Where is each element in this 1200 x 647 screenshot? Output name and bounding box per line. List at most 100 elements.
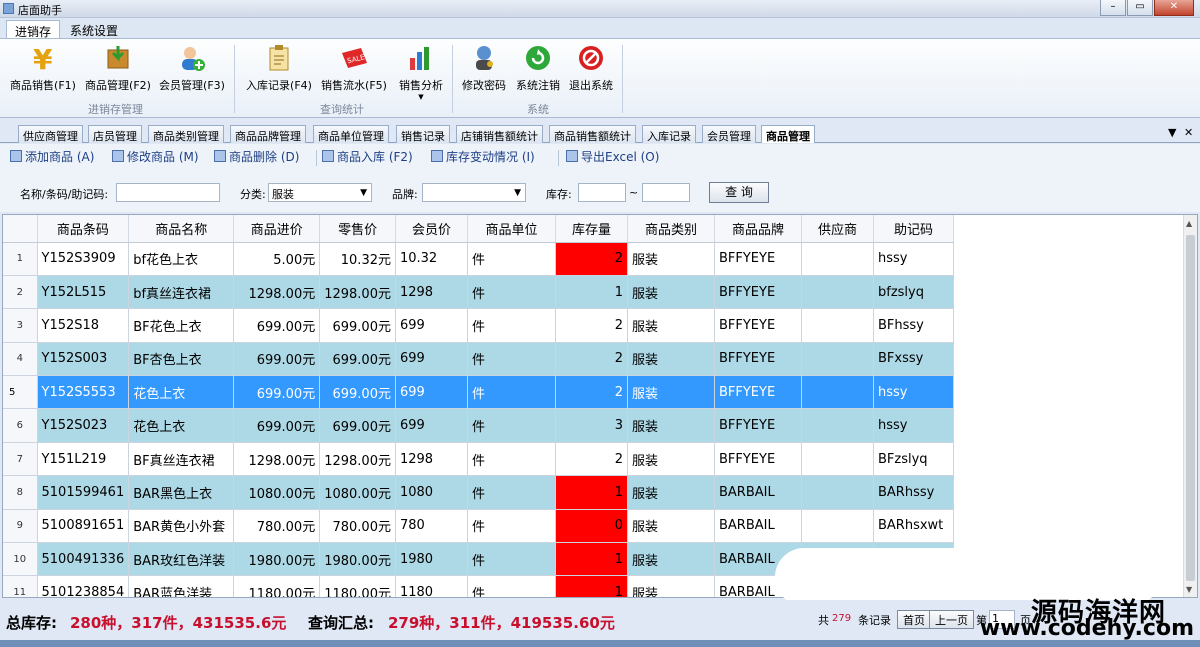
row-header[interactable]: 1 [3,242,38,276]
cell-category[interactable]: 服装 [627,308,715,343]
cell-stock[interactable]: 1 [555,542,628,577]
cell-stock[interactable]: 2 [555,242,628,276]
cell-member[interactable]: 1080 [395,475,468,510]
cell-member[interactable]: 699 [395,308,468,343]
name-code-input[interactable] [116,183,220,202]
cell-cost[interactable]: 1080.00元 [233,475,321,510]
cell-supplier[interactable] [801,342,874,377]
tab-list-icon[interactable]: ▼ [1168,126,1176,139]
cell-name[interactable]: BAR黑色上衣 [128,475,235,510]
cell-mnemonic[interactable]: BFxssy [873,342,954,377]
cell-name[interactable]: BF花色上衣 [128,308,235,343]
cell-code[interactable]: Y151L219 [37,442,130,477]
menu-tab-settings[interactable]: 系统设置 [62,20,126,38]
scroll-down-icon[interactable]: ▼ [1186,585,1192,594]
tab-sales-record[interactable]: 销售记录 [396,125,450,143]
row-header[interactable]: 3 [3,308,38,343]
prev-page-button[interactable]: 上一页 [929,610,974,629]
cell-category[interactable]: 服装 [627,475,715,510]
cell-name[interactable]: BAR蓝色洋装 [128,575,235,597]
cell-unit[interactable]: 件 [467,442,556,477]
cell-member[interactable]: 780 [395,509,468,544]
cell-stock[interactable]: 0 [555,509,628,544]
cell-cost[interactable]: 699.00元 [233,342,321,377]
tab-product-sales[interactable]: 商品销售额统计 [549,125,636,143]
member-manage-button[interactable]: 会员管理(F3) [156,43,228,93]
cell-stock[interactable]: 2 [555,375,628,410]
cell-brand[interactable]: BARBAIL [714,509,802,544]
cell-name[interactable]: bf花色上衣 [128,242,235,276]
cell-supplier[interactable] [801,475,874,510]
col-header[interactable]: 零售价 [319,215,396,243]
cell-name[interactable]: 花色上衣 [128,375,235,410]
cell-category[interactable]: 服装 [627,375,715,410]
row-header[interactable]: 11 [3,575,38,597]
cell-code[interactable]: Y152S003 [37,342,130,377]
cell-stock[interactable]: 2 [555,342,628,377]
menu-tab-jinxiaocun[interactable]: 进销存 [6,20,61,39]
cell-member[interactable]: 1180 [395,575,468,597]
cell-unit[interactable]: 件 [467,509,556,544]
cell-code[interactable]: Y152S5553 [37,375,130,410]
cell-code[interactable]: 5100491336 [37,542,130,577]
cell-retail[interactable]: 1298.00元 [319,442,396,477]
cell-category[interactable]: 服装 [627,242,715,276]
cell-name[interactable]: BF杏色上衣 [128,342,235,377]
cell-category[interactable]: 服装 [627,542,715,577]
cell-member[interactable]: 1298 [395,275,468,310]
cell-brand[interactable]: BFFYEYE [714,408,802,443]
table-row[interactable]: 2 Y152L515 bf真丝连衣裙 1298.00元 1298.00元 1298 件 1 服装… [3,275,954,310]
cell-unit[interactable]: 件 [467,408,556,443]
cell-stock[interactable]: 3 [555,408,628,443]
row-header[interactable]: 6 [3,408,38,443]
cell-supplier[interactable] [801,275,874,310]
tab-stockin[interactable]: 入库记录 [642,125,696,143]
row-header[interactable]: 7 [3,442,38,477]
col-header[interactable]: 商品名称 [128,215,235,243]
cell-brand[interactable]: BFFYEYE [714,308,802,343]
cell-retail[interactable]: 10.32元 [319,242,396,276]
add-product-button[interactable]: 添加商品 (A) [10,148,94,165]
col-header[interactable]: 商品进价 [233,215,321,243]
cell-cost[interactable]: 780.00元 [233,509,321,544]
scroll-up-icon[interactable]: ▲ [1186,219,1192,228]
cell-name[interactable]: BAR黄色小外套 [128,509,235,544]
cell-cost[interactable]: 1298.00元 [233,275,321,310]
tab-member[interactable]: 会员管理 [702,125,756,143]
table-row[interactable]: 3 Y152S18 BF花色上衣 699.00元 699.00元 699 件 2 服装 BFFYE… [3,308,954,343]
cell-cost[interactable]: 699.00元 [233,308,321,343]
logout-button[interactable]: 系统注销 [512,43,564,93]
cell-unit[interactable]: 件 [467,275,556,310]
cell-code[interactable]: Y152S023 [37,408,130,443]
cell-category[interactable]: 服装 [627,575,715,597]
cell-member[interactable]: 10.32 [395,242,468,276]
cell-brand[interactable]: BARBAIL [714,475,802,510]
delete-product-button[interactable]: 商品删除 (D) [214,148,299,165]
col-header[interactable]: 会员价 [395,215,468,243]
cell-retail[interactable]: 699.00元 [319,308,396,343]
tab-brand[interactable]: 商品品牌管理 [230,125,306,143]
cell-retail[interactable]: 1080.00元 [319,475,396,510]
cell-code[interactable]: Y152L515 [37,275,130,310]
brand-select[interactable]: ▼ [422,183,526,202]
cell-name[interactable]: BF真丝连衣裙 [128,442,235,477]
cell-brand[interactable]: BFFYEYE [714,342,802,377]
close-button[interactable]: ✕ [1154,0,1194,16]
cell-brand[interactable]: BFFYEYE [714,242,802,276]
cell-member[interactable]: 1298 [395,442,468,477]
tab-unit[interactable]: 商品单位管理 [313,125,389,143]
export-excel-button[interactable]: 导出Excel (O) [566,148,659,165]
table-row[interactable]: 6 Y152S023 花色上衣 699.00元 699.00元 699 件 3 服装 BFFYEY… [3,408,954,443]
row-header[interactable]: 4 [3,342,38,377]
cell-cost[interactable]: 1298.00元 [233,442,321,477]
cell-unit[interactable]: 件 [467,575,556,597]
minimize-button[interactable]: – [1100,0,1126,16]
tab-close-icon[interactable]: ✕ [1184,126,1193,139]
cell-category[interactable]: 服装 [627,275,715,310]
cell-category[interactable]: 服装 [627,342,715,377]
category-select[interactable]: 服装 ▼ [268,183,372,202]
cell-mnemonic[interactable]: hssy [873,408,954,443]
tab-product-manage[interactable]: 商品管理 [761,125,815,143]
table-row[interactable]: 7 Y151L219 BF真丝连衣裙 1298.00元 1298.00元 1298 件 2 服装… [3,442,954,477]
cell-name[interactable]: BAR玫红色洋装 [128,542,235,577]
